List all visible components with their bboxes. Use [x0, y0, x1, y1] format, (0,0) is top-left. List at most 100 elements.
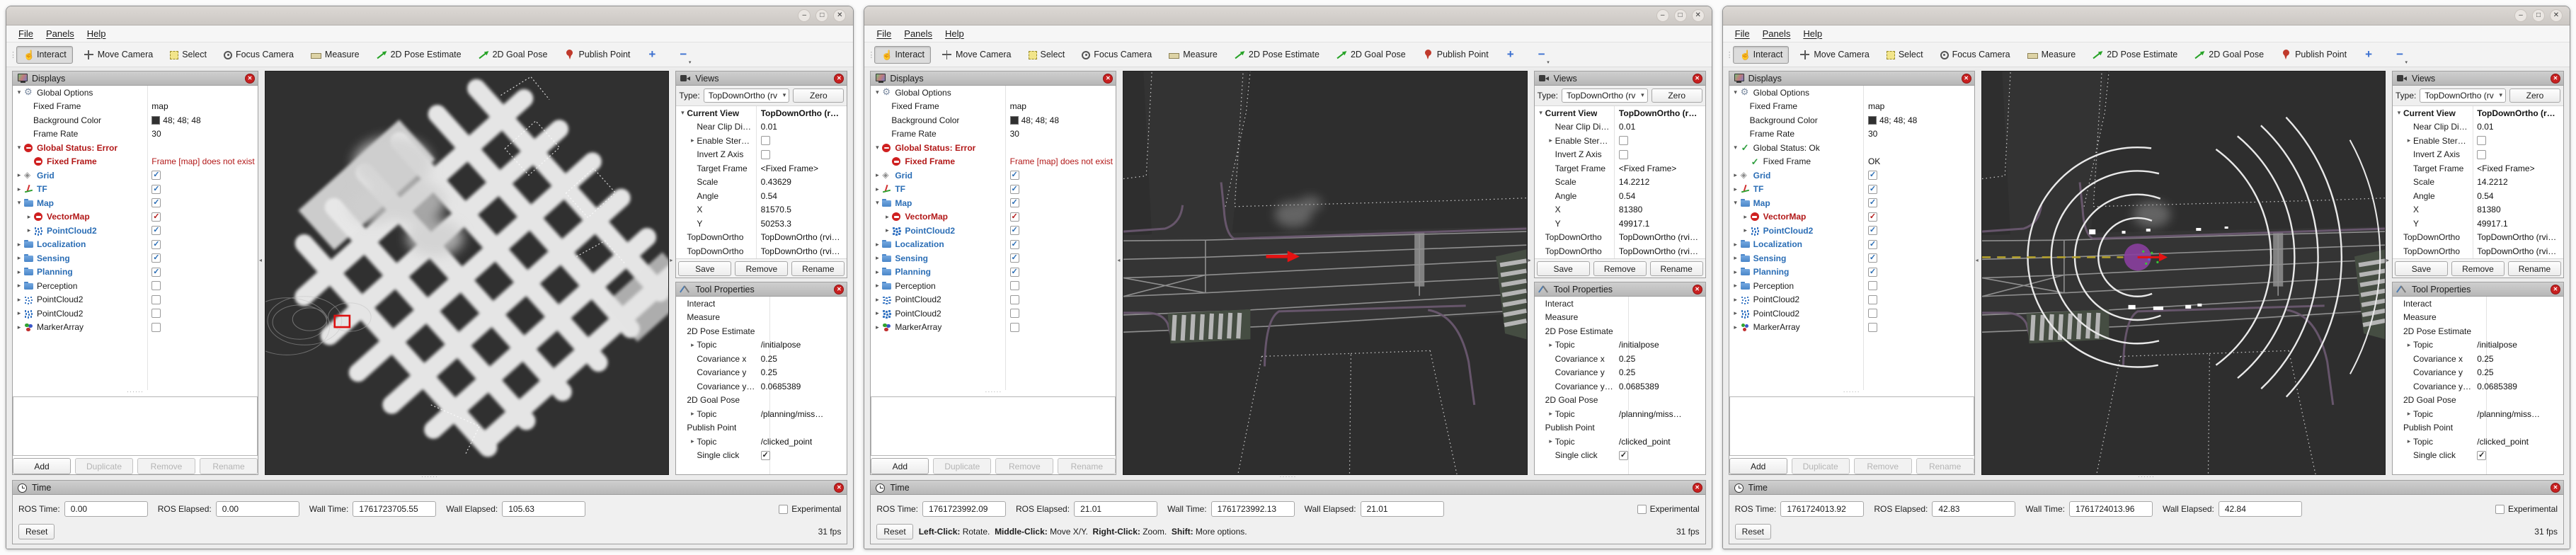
enable-checkbox[interactable] [1010, 281, 1019, 290]
property-checkbox[interactable] [761, 451, 770, 460]
displays-action-button[interactable]: Rename [1916, 458, 1974, 474]
expand-arrow-icon[interactable] [873, 282, 881, 290]
expand-arrow-icon[interactable] [2405, 410, 2413, 418]
expand-arrow-icon[interactable] [1731, 296, 1740, 304]
toolbar-button[interactable]: Select [164, 46, 213, 63]
property-value[interactable]: 0.0685389 [2477, 382, 2517, 391]
property-value[interactable]: 0.25 [1619, 367, 1635, 377]
display-row[interactable]: Map [13, 196, 258, 210]
toolbar-button[interactable]: Move Camera [77, 46, 160, 64]
enable-checkbox[interactable] [1010, 226, 1019, 235]
property-value[interactable]: 48; 48; 48 [163, 115, 200, 125]
close-icon[interactable]: ✕ [2550, 9, 2563, 22]
menu-item[interactable]: Panels [1756, 27, 1797, 40]
property-value[interactable]: /clicked_point [761, 437, 813, 447]
tool-property-row[interactable]: Topic /planning/miss… [676, 407, 847, 421]
enable-checkbox[interactable] [151, 268, 161, 277]
experimental-checkbox[interactable] [1637, 505, 1647, 514]
expand-arrow-icon[interactable] [1731, 282, 1740, 290]
view-type-dropdown[interactable]: TopDownOrtho (rv [704, 88, 790, 103]
expand-arrow-icon[interactable] [1547, 410, 1555, 418]
expand-arrow-icon[interactable] [15, 254, 23, 262]
expand-arrow-icon[interactable] [688, 341, 697, 349]
display-row[interactable]: MarkerArray [1729, 321, 1974, 335]
tool-property-row[interactable]: Covariance x 0.25 [676, 352, 847, 366]
experimental-checkbox[interactable] [2495, 505, 2505, 514]
view-property-row[interactable]: Scale 14.2212 [1535, 176, 1705, 190]
splitter-grip[interactable] [871, 390, 1116, 394]
property-value[interactable]: Frame [map] does not exist [151, 156, 254, 166]
expand-arrow-icon[interactable] [688, 410, 697, 418]
property-value[interactable]: 81380 [2477, 205, 2500, 214]
property-value[interactable]: OK [1868, 156, 1880, 166]
tool-property-row[interactable]: Topic /initialpose [1535, 338, 1705, 353]
expand-arrow-icon[interactable] [15, 282, 23, 290]
tool-property-row[interactable]: Publish Point [1535, 421, 1705, 435]
tool-property-row[interactable]: Topic /planning/miss… [1535, 407, 1705, 421]
views-action-button[interactable]: Save [678, 261, 731, 276]
time-field-value[interactable]: 1761724013.92 [1780, 501, 1864, 517]
enable-checkbox[interactable] [151, 240, 161, 249]
tool-property-row[interactable]: Covariance yaw 0.0685389 [2393, 379, 2563, 394]
view-property-row[interactable]: Scale 0.43629 [676, 176, 847, 190]
property-value[interactable]: 50253.3 [761, 219, 791, 229]
toolbar-button[interactable]: Focus Camera [1075, 46, 1158, 63]
property-value[interactable]: 48; 48; 48 [1021, 115, 1059, 125]
zero-button[interactable]: Zero [1651, 88, 1702, 103]
displays-action-button[interactable]: Duplicate [933, 458, 991, 474]
display-row[interactable]: Planning [1729, 265, 1974, 280]
enable-checkbox[interactable] [1868, 268, 1877, 277]
expand-arrow-icon[interactable] [25, 213, 33, 221]
property-value[interactable]: /initialpose [1619, 340, 1659, 350]
enable-checkbox[interactable] [151, 171, 161, 180]
expand-arrow-icon[interactable] [15, 309, 23, 317]
toolbar-button[interactable]: 2D Pose Estimate [370, 46, 468, 64]
time-field-value[interactable]: 0.00 [64, 501, 148, 517]
toolbar-button[interactable]: Measure [304, 46, 366, 63]
enable-checkbox[interactable] [151, 281, 161, 290]
display-row[interactable]: PointCloud2 [871, 307, 1116, 321]
expand-arrow-icon[interactable] [1731, 254, 1740, 262]
property-value[interactable]: 81570.5 [761, 205, 791, 214]
display-row[interactable]: Global Status: Error [871, 141, 1116, 155]
toolbar-button[interactable]: Publish Point [1416, 46, 1495, 64]
view-property-row[interactable]: TopDownOrtho TopDownOrtho (rvi… [676, 231, 847, 245]
view-property-row[interactable]: Near Clip Di… 0.01 [1535, 120, 1705, 135]
3d-viewport[interactable] [1123, 71, 1527, 475]
tool-property-row[interactable]: 2D Pose Estimate [2393, 324, 2563, 338]
views-action-button[interactable]: Remove [2451, 261, 2505, 276]
display-row[interactable]: MarkerArray [871, 321, 1116, 335]
property-value[interactable]: 0.25 [2477, 367, 2493, 377]
splitter-grip[interactable] [12, 475, 847, 479]
displays-action-button[interactable]: Remove [995, 458, 1053, 474]
zero-button[interactable]: Zero [2509, 88, 2560, 103]
time-field-value[interactable]: 1761723705.55 [353, 501, 436, 517]
enable-checkbox[interactable] [151, 226, 161, 235]
display-row[interactable]: Map [1729, 196, 1974, 210]
view-property-row[interactable]: X 81380 [1535, 203, 1705, 217]
property-value[interactable]: 0.25 [1619, 354, 1635, 364]
left-splitter[interactable] [1116, 71, 1123, 475]
property-value[interactable]: 30 [1868, 129, 1877, 139]
views-action-button[interactable]: Remove [735, 261, 788, 276]
view-property-row[interactable]: Y 49917.1 [1535, 217, 1705, 231]
display-row[interactable]: Global Options [871, 86, 1116, 100]
panel-close-icon[interactable] [245, 74, 255, 84]
tool-property-row[interactable]: Covariance yaw 0.0685389 [1535, 379, 1705, 394]
view-property-row[interactable]: Scale 14.2212 [2393, 176, 2563, 190]
title-bar[interactable]: – □ ✕ [6, 6, 853, 25]
display-row[interactable]: VectorMap [871, 210, 1116, 224]
property-value[interactable]: /clicked_point [1619, 437, 1671, 447]
view-property-row[interactable]: Near Clip Di… 0.01 [2393, 120, 2563, 135]
toolbar-button[interactable]: Select [1022, 46, 1072, 63]
3d-viewport[interactable] [265, 71, 669, 475]
display-row[interactable]: Fixed Frame Frame [map] does not exist [871, 155, 1116, 169]
tool-property-row[interactable]: Publish Point [676, 421, 847, 435]
display-row[interactable]: VectorMap [1729, 210, 1974, 224]
property-checkbox[interactable] [1619, 451, 1628, 460]
expand-arrow-icon[interactable] [873, 88, 881, 96]
enable-checkbox[interactable] [151, 309, 161, 318]
enable-checkbox[interactable] [151, 253, 161, 263]
property-value[interactable]: 0.01 [761, 122, 777, 132]
enable-checkbox[interactable] [1010, 185, 1019, 194]
